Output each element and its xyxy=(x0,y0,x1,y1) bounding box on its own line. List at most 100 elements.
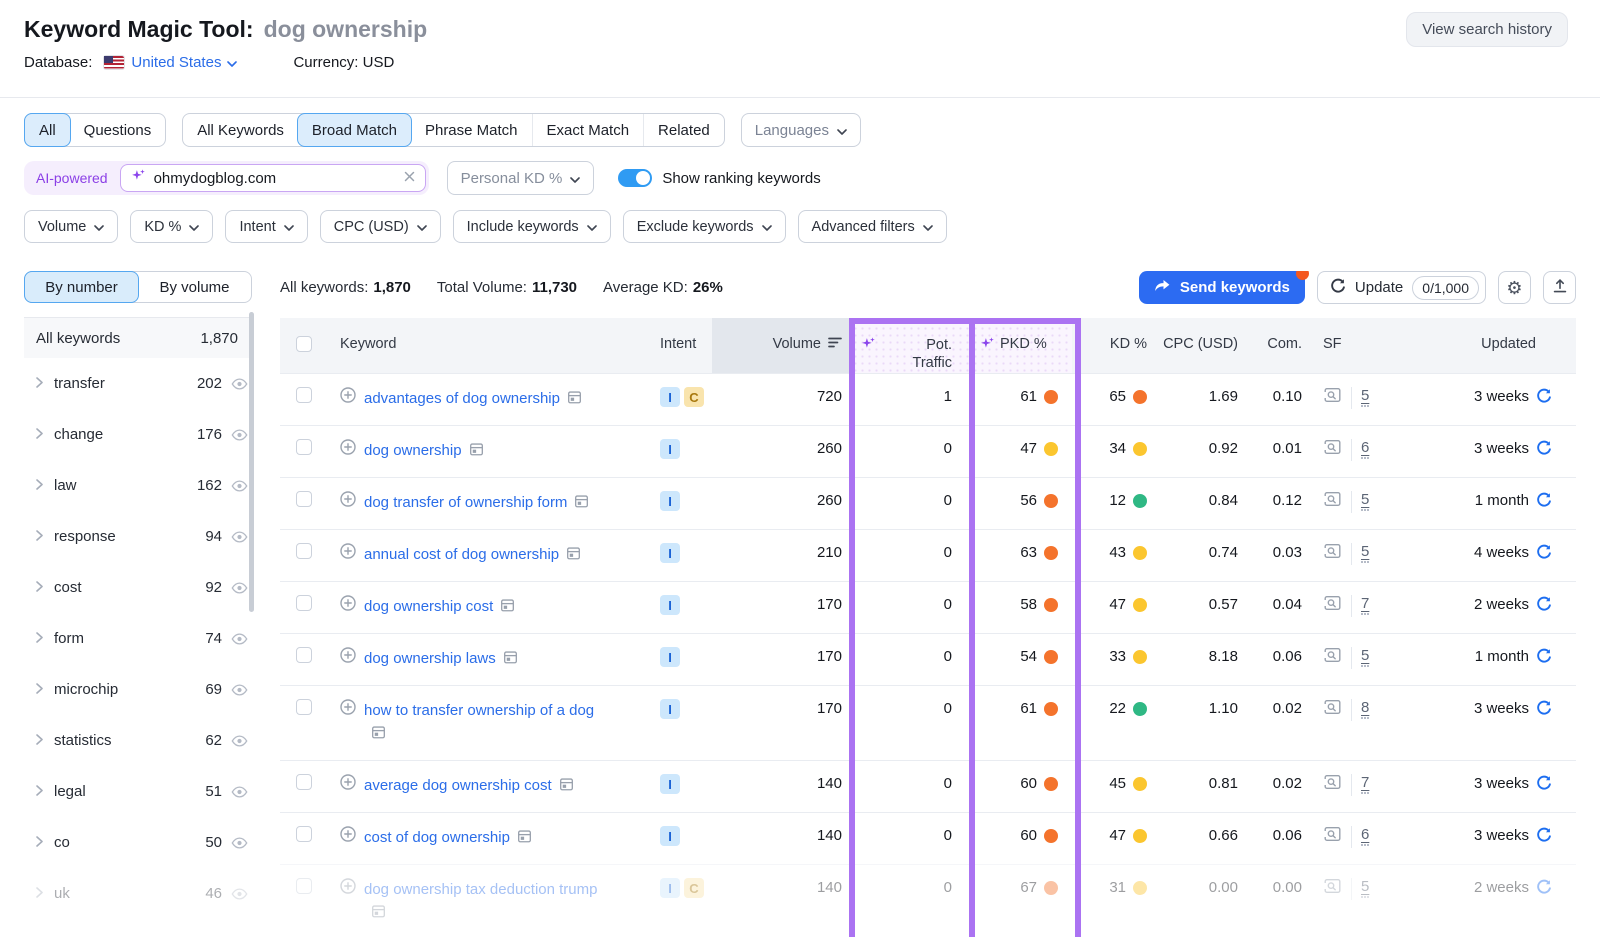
keyword-link[interactable]: how to transfer ownership of a dog xyxy=(364,699,606,747)
sf-count[interactable]: 6 xyxy=(1361,439,1369,459)
add-keyword-icon[interactable] xyxy=(340,543,356,563)
serp-features-icon[interactable] xyxy=(469,441,484,464)
add-keyword-icon[interactable] xyxy=(340,439,356,459)
filter-advanced-filters-dropdown[interactable]: Advanced filters xyxy=(798,210,947,243)
row-checkbox[interactable] xyxy=(296,878,312,894)
serp-features-icon[interactable] xyxy=(567,389,582,412)
filter-include-keywords-dropdown[interactable]: Include keywords xyxy=(453,210,611,243)
row-checkbox[interactable] xyxy=(296,387,312,403)
sidebar-group-co[interactable]: co50 xyxy=(24,817,252,868)
refresh-metrics-icon[interactable] xyxy=(1536,388,1552,410)
filter-volume-dropdown[interactable]: Volume xyxy=(24,210,118,243)
sf-count[interactable]: 5 xyxy=(1361,491,1369,511)
chevron-right-icon[interactable] xyxy=(36,375,43,392)
serp-features-icon[interactable] xyxy=(559,776,574,799)
column-header-pot-traffic[interactable]: Pot. Traffic xyxy=(852,318,972,373)
column-header-keyword[interactable]: Keyword xyxy=(340,318,640,373)
serp-preview-icon[interactable] xyxy=(1323,774,1342,794)
sf-count[interactable]: 7 xyxy=(1361,595,1369,615)
serp-preview-icon[interactable] xyxy=(1323,878,1342,898)
add-keyword-icon[interactable] xyxy=(340,387,356,407)
sf-count[interactable]: 7 xyxy=(1361,774,1369,794)
column-header-intent[interactable]: Intent xyxy=(640,318,712,373)
sf-count[interactable]: 5 xyxy=(1361,647,1369,667)
refresh-metrics-icon[interactable] xyxy=(1536,700,1552,722)
eye-icon[interactable] xyxy=(231,480,248,492)
refresh-metrics-icon[interactable] xyxy=(1536,492,1552,514)
refresh-metrics-icon[interactable] xyxy=(1536,827,1552,849)
export-button[interactable] xyxy=(1543,271,1576,304)
keyword-link[interactable]: dog ownership tax deduction trump xyxy=(364,878,606,926)
sidebar-group-uk[interactable]: uk46 xyxy=(24,868,252,919)
refresh-metrics-icon[interactable] xyxy=(1536,544,1552,566)
tab-broad-match[interactable]: Broad Match xyxy=(297,113,412,147)
column-header-cpc[interactable]: CPC (USD) xyxy=(1156,318,1248,373)
tab-questions[interactable]: Questions xyxy=(70,114,166,146)
serp-preview-icon[interactable] xyxy=(1323,595,1342,615)
refresh-metrics-icon[interactable] xyxy=(1536,596,1552,618)
eye-icon[interactable] xyxy=(231,582,248,594)
chevron-right-icon[interactable] xyxy=(36,630,43,647)
column-header-pkd[interactable]: PKD % xyxy=(972,318,1072,373)
tab-phrase-match[interactable]: Phrase Match xyxy=(411,114,532,146)
keyword-link[interactable]: dog transfer of ownership form xyxy=(364,491,589,516)
sidebar-scrollbar[interactable] xyxy=(249,312,254,612)
sort-by-number-button[interactable]: By number xyxy=(24,271,139,303)
serp-features-icon[interactable] xyxy=(500,597,515,620)
sidebar-group-cost[interactable]: cost92 xyxy=(24,562,252,613)
tab-all-keywords[interactable]: All Keywords xyxy=(183,114,298,146)
eye-icon[interactable] xyxy=(231,786,248,798)
chevron-right-icon[interactable] xyxy=(36,528,43,545)
serp-preview-icon[interactable] xyxy=(1323,387,1342,407)
view-search-history-button[interactable]: View search history xyxy=(1406,12,1568,47)
serp-preview-icon[interactable] xyxy=(1323,647,1342,667)
column-header-kd[interactable]: KD % xyxy=(1072,318,1156,373)
row-checkbox[interactable] xyxy=(296,439,312,455)
sidebar-group-response[interactable]: response94 xyxy=(24,511,252,562)
eye-icon[interactable] xyxy=(231,888,248,900)
serp-features-icon[interactable] xyxy=(503,649,518,672)
add-keyword-icon[interactable] xyxy=(340,647,356,667)
table-settings-button[interactable]: ⚙ xyxy=(1498,271,1531,304)
serp-preview-icon[interactable] xyxy=(1323,826,1342,846)
chevron-right-icon[interactable] xyxy=(36,426,43,443)
serp-features-icon[interactable] xyxy=(371,724,386,747)
eye-icon[interactable] xyxy=(231,429,248,441)
add-keyword-icon[interactable] xyxy=(340,491,356,511)
update-button[interactable]: Update 0/1,000 xyxy=(1317,271,1486,304)
sf-count[interactable]: 5 xyxy=(1361,878,1369,898)
eye-icon[interactable] xyxy=(231,531,248,543)
serp-features-icon[interactable] xyxy=(574,493,589,516)
sidebar-group-form[interactable]: form74 xyxy=(24,613,252,664)
filter-exclude-keywords-dropdown[interactable]: Exclude keywords xyxy=(623,210,786,243)
domain-search-input[interactable]: ohmydogblog.com xyxy=(120,164,426,192)
chevron-right-icon[interactable] xyxy=(36,732,43,749)
database-select[interactable]: United States xyxy=(131,54,237,71)
sidebar-group-law[interactable]: law162 xyxy=(24,460,252,511)
show-ranking-keywords-toggle[interactable] xyxy=(618,169,652,187)
filter-kd--dropdown[interactable]: KD % xyxy=(130,210,213,243)
keyword-link[interactable]: dog ownership laws xyxy=(364,647,518,672)
add-keyword-icon[interactable] xyxy=(340,774,356,794)
sidebar-group-change[interactable]: change176 xyxy=(24,409,252,460)
eye-icon[interactable] xyxy=(231,684,248,696)
all-keywords-row[interactable]: All keywords 1,870 xyxy=(24,318,252,358)
add-keyword-icon[interactable] xyxy=(340,878,356,898)
serp-preview-icon[interactable] xyxy=(1323,699,1342,719)
keyword-link[interactable]: advantages of dog ownership xyxy=(364,387,582,412)
personal-kd-dropdown[interactable]: Personal KD % xyxy=(447,161,595,195)
serp-features-icon[interactable] xyxy=(566,545,581,568)
keyword-link[interactable]: annual cost of dog ownership xyxy=(364,543,581,568)
keyword-link[interactable]: cost of dog ownership xyxy=(364,826,532,851)
send-keywords-button[interactable]: Send keywords xyxy=(1139,271,1305,304)
keyword-link[interactable]: dog ownership xyxy=(364,439,484,464)
refresh-metrics-icon[interactable] xyxy=(1536,775,1552,797)
keyword-link[interactable]: dog ownership cost xyxy=(364,595,515,620)
sf-count[interactable]: 8 xyxy=(1361,699,1369,719)
filter-cpc-usd--dropdown[interactable]: CPC (USD) xyxy=(320,210,441,243)
chevron-right-icon[interactable] xyxy=(36,579,43,596)
column-header-com[interactable]: Com. xyxy=(1248,318,1310,373)
keyword-link[interactable]: average dog ownership cost xyxy=(364,774,574,799)
sidebar-group-legal[interactable]: legal51 xyxy=(24,766,252,817)
column-header-sf[interactable]: SF xyxy=(1310,318,1390,373)
